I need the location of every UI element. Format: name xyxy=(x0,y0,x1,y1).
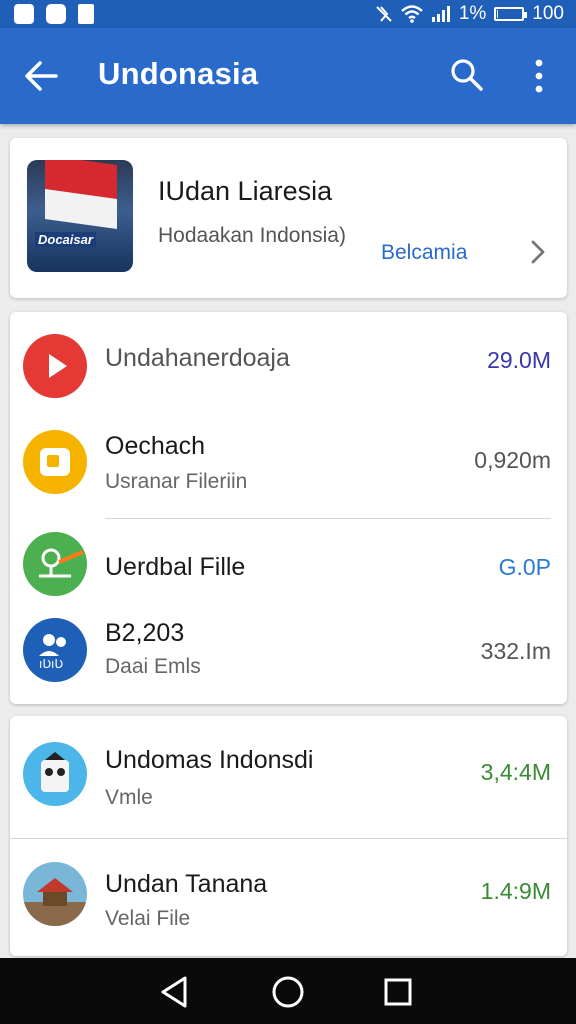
featured-card[interactable]: Docaisar IUdan Liaresia Hodaakan Indonsi… xyxy=(10,138,567,298)
item-subtitle: Vmle xyxy=(105,786,153,809)
featured-action-link[interactable]: Belcamia xyxy=(381,241,467,265)
navigation-bar xyxy=(0,958,576,1024)
thumbnail-brand-text: Docaisar xyxy=(35,232,96,247)
folder-icon xyxy=(23,430,87,494)
clock: 100 xyxy=(532,3,564,24)
sim-icon xyxy=(78,4,94,24)
mute-icon xyxy=(376,6,392,22)
status-bar: 1% 100 xyxy=(0,0,576,28)
landmark-icon xyxy=(23,862,87,926)
item-name: B2,203 xyxy=(105,619,185,647)
list-item[interactable]: Uerdbal Fille G.0P xyxy=(10,519,567,607)
back-nav-icon[interactable] xyxy=(155,972,195,1012)
file-list-card-2: Undomas Indonsdi Vmle 3,4:4M Undan Tanan… xyxy=(10,716,567,956)
list-item[interactable]: ıƲıƲ B2,203 Daai Emls 332.Im xyxy=(10,607,567,704)
list-item[interactable]: Undahanerdoaja 29.0M xyxy=(10,312,567,408)
item-name: Uerdbal Fille xyxy=(105,553,246,581)
battery-icon xyxy=(494,7,528,21)
featured-thumbnail: Docaisar xyxy=(27,160,133,272)
home-nav-icon[interactable] xyxy=(268,972,308,1012)
app-bar: Undonasia xyxy=(0,28,576,124)
list-item[interactable]: Undan Tanana Velai File 1.4:9M xyxy=(10,839,567,956)
list-item[interactable]: Oechach Usranar Fileriin 0,920m xyxy=(10,408,567,518)
search-icon xyxy=(451,59,483,91)
item-name: Oechach xyxy=(105,432,206,460)
sync-icon xyxy=(46,4,66,24)
item-subtitle: Daai Emls xyxy=(105,655,201,678)
featured-title: IUdan Liaresia xyxy=(158,176,333,206)
list-item[interactable]: Undomas Indonsdi Vmle 3,4:4M xyxy=(10,716,567,838)
svg-text:ıƲıƲ: ıƲıƲ xyxy=(39,657,63,671)
people-icon: ıƲıƲ xyxy=(23,618,87,682)
robot-icon xyxy=(23,742,87,806)
item-size: 332.Im xyxy=(480,638,551,664)
item-size: 29.0M xyxy=(487,347,551,373)
item-name: Undahanerdoaja xyxy=(105,344,290,372)
back-button[interactable] xyxy=(22,58,62,94)
item-size: 3,4:4M xyxy=(480,759,551,785)
map-pin-icon xyxy=(23,532,87,596)
more-options-button[interactable] xyxy=(524,56,554,96)
featured-subtitle: Hodaakan Indonsia) xyxy=(158,224,346,247)
file-list-card: Undahanerdoaja 29.0M Oechach Usranar Fil… xyxy=(10,312,567,704)
chevron-right-icon[interactable] xyxy=(527,239,549,265)
notification-icon xyxy=(14,4,34,24)
item-size: 0,920m xyxy=(474,447,551,473)
item-name: Undomas Indonsdi xyxy=(105,746,314,774)
signal-icon xyxy=(431,6,450,22)
item-size: 1.4:9M xyxy=(480,878,551,904)
play-icon xyxy=(23,334,87,398)
recents-nav-icon[interactable] xyxy=(378,972,418,1012)
arrow-left-icon xyxy=(25,61,58,91)
item-subtitle: Velai File xyxy=(105,907,191,930)
item-name: Undan Tanana xyxy=(105,870,268,898)
more-vert-icon xyxy=(535,59,543,93)
search-button[interactable] xyxy=(448,56,486,94)
battery-percent: 1% xyxy=(458,3,487,24)
page-title: Undonasia xyxy=(98,56,259,91)
item-subtitle: Usranar Fileriin xyxy=(105,470,248,493)
wifi-icon xyxy=(401,5,423,23)
item-size: G.0P xyxy=(498,554,551,580)
